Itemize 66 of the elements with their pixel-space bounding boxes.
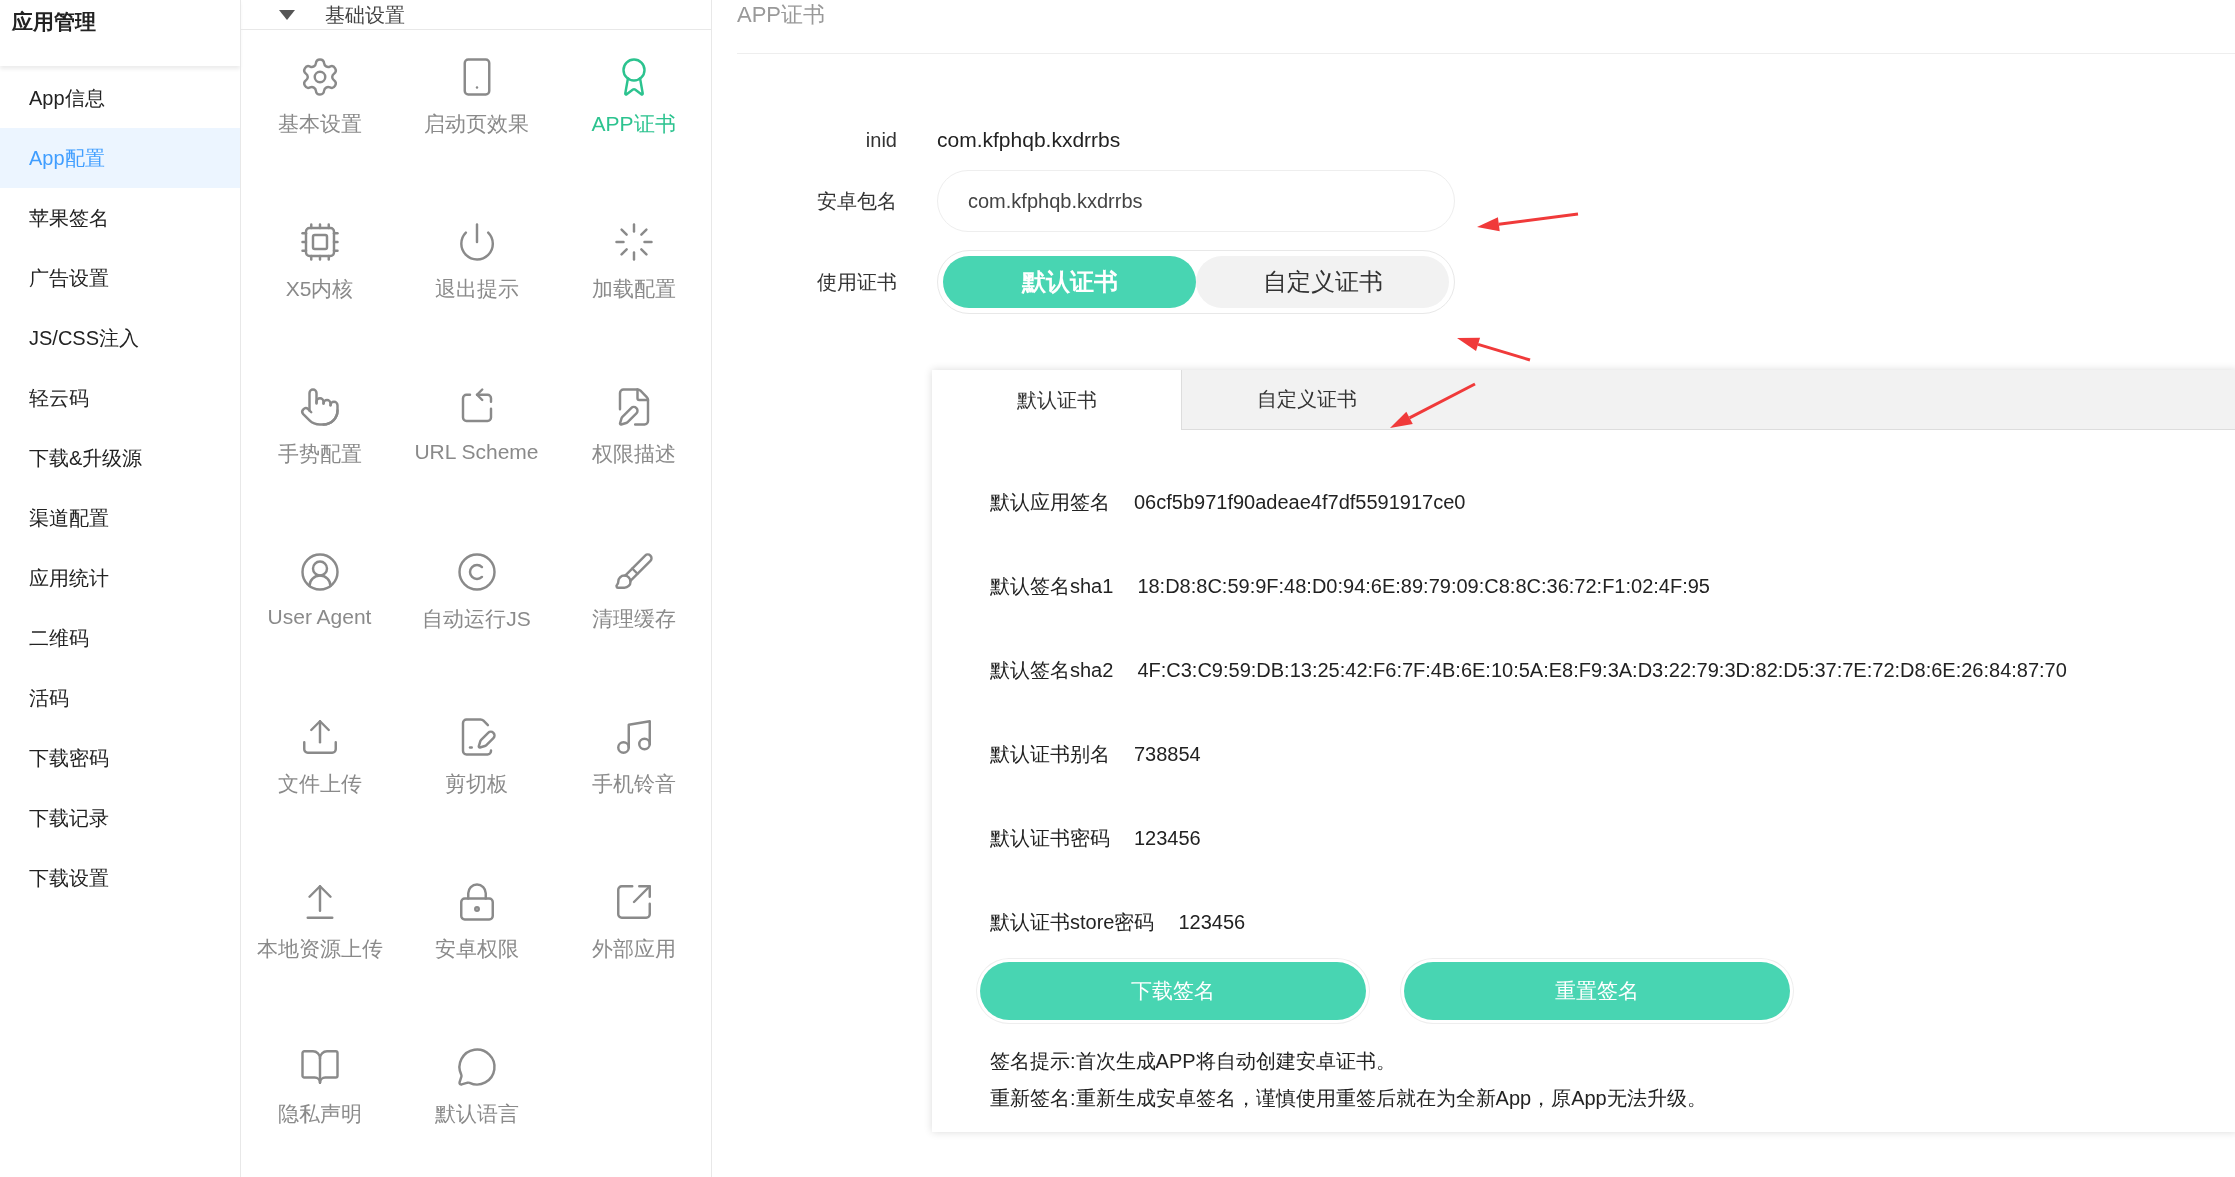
feature-tile[interactable]: X5内核 — [241, 215, 398, 380]
hint-text: 签名提示:首次生成APP将自动创建安卓证书。 — [990, 1049, 1397, 1074]
sidebar-item[interactable]: 二维码 — [0, 608, 240, 668]
sidebar-item[interactable]: JS/CSS注入 — [0, 308, 240, 368]
sidebar-item[interactable]: 下载密码 — [0, 728, 240, 788]
hand-pointer-icon — [298, 386, 341, 428]
sidebar-title: 应用管理 — [12, 9, 96, 35]
info-value: 06cf5b971f90adeae4f7df5591917ce0 — [1134, 490, 1466, 514]
feature-tile[interactable]: User Agent — [241, 545, 398, 710]
feature-tile[interactable]: URL Scheme — [398, 380, 555, 545]
tab[interactable]: 默认证书 — [932, 370, 1182, 430]
chat-bubble-icon — [455, 1046, 498, 1088]
hint-text: 重新签名:重新生成安卓签名，谨慎使用重签后就在为全新App，原App无法升级。 — [990, 1086, 1708, 1111]
sidebar-item[interactable]: App信息 — [0, 68, 240, 128]
segment-option[interactable]: 自定义证书 — [1196, 256, 1449, 308]
feature-tile[interactable]: 清理缓存 — [555, 545, 712, 710]
feature-tile[interactable]: 文件上传 — [241, 710, 398, 875]
sidebar-item[interactable]: 广告设置 — [0, 248, 240, 308]
sidebar-item[interactable]: 下载记录 — [0, 788, 240, 848]
feature-tile[interactable]: 隐私声明 — [241, 1040, 398, 1177]
feature-tile[interactable]: 安卓权限 — [398, 875, 555, 1040]
user-circle-icon — [298, 551, 341, 593]
info-value: 738854 — [1134, 742, 1201, 766]
feature-tile[interactable]: 手势配置 — [241, 380, 398, 545]
feature-tile[interactable]: 默认语言 — [398, 1040, 555, 1177]
info-value: 18:D8:8C:59:9F:48:D0:94:6E:89:79:09:C8:8C:36:72:F1:02:4F:95 — [1137, 574, 1710, 598]
tab[interactable]: 自定义证书 — [1182, 370, 1432, 429]
sidebar-item[interactable]: 下载&升级源 — [0, 428, 240, 488]
sidebar-item[interactable]: 苹果签名 — [0, 188, 240, 248]
feature-tile[interactable]: 启动页效果 — [398, 50, 555, 215]
field-label: 安卓包名 — [816, 188, 897, 214]
info-label: 默认证书store密码 — [990, 909, 1155, 935]
info-label: 默认应用签名 — [990, 489, 1110, 515]
feature-tile[interactable]: 剪切板 — [398, 710, 555, 875]
feature-tile[interactable]: 外部应用 — [555, 875, 712, 1040]
field-label: inid — [864, 128, 897, 152]
copyright-icon — [455, 551, 498, 593]
feature-tile[interactable]: 权限描述 — [555, 380, 712, 545]
segment-option[interactable]: 默认证书 — [943, 256, 1196, 308]
sidebar-item[interactable]: App配置 — [0, 128, 240, 188]
sidebar-item[interactable]: 活码 — [0, 668, 240, 728]
chip-icon — [298, 221, 341, 263]
info-label: 默认证书密码 — [990, 825, 1110, 851]
feature-tile[interactable]: 基本设置 — [241, 50, 398, 215]
info-value: 123456 — [1178, 910, 1246, 934]
page-title: APP证书 — [737, 2, 826, 27]
section-title: 基础设置 — [325, 3, 405, 28]
feature-tile[interactable]: 手机铃音 — [555, 710, 712, 875]
caret-icon[interactable] — [279, 10, 295, 20]
info-value: 123456 — [1134, 826, 1201, 850]
field-value: com.kfphqb.kxdrrbs — [937, 128, 1122, 152]
info-label: 默认证书别名 — [990, 741, 1110, 767]
sidebar-item[interactable]: 轻云码 — [0, 368, 240, 428]
field-label: 使用证书 — [816, 269, 897, 295]
info-value: 4F:C3:C9:59:DB:13:25:42:F6:7F:4B:6E:10:5A:E8:F9:3A:D3:22:79:3D:82:D5:37:7E:72:D8:6E:26:84:87:70 — [1137, 658, 2067, 682]
sidebar-item[interactable]: 渠道配置 — [0, 488, 240, 548]
feature-tile[interactable]: 本地资源上传 — [241, 875, 398, 1040]
feature-tile[interactable]: 退出提示 — [398, 215, 555, 380]
spinner-icon — [612, 221, 655, 263]
feature-tile[interactable]: APP证书 — [555, 50, 712, 215]
sidebar-item[interactable]: 应用统计 — [0, 548, 240, 608]
info-label: 默认签名sha2 — [990, 657, 1114, 683]
info-label: 默认签名sha1 — [990, 573, 1114, 599]
feature-tile[interactable]: 加载配置 — [555, 215, 712, 380]
sidebar-item[interactable]: 下载设置 — [0, 848, 240, 908]
feature-tile[interactable]: 自动运行JS — [398, 545, 555, 710]
